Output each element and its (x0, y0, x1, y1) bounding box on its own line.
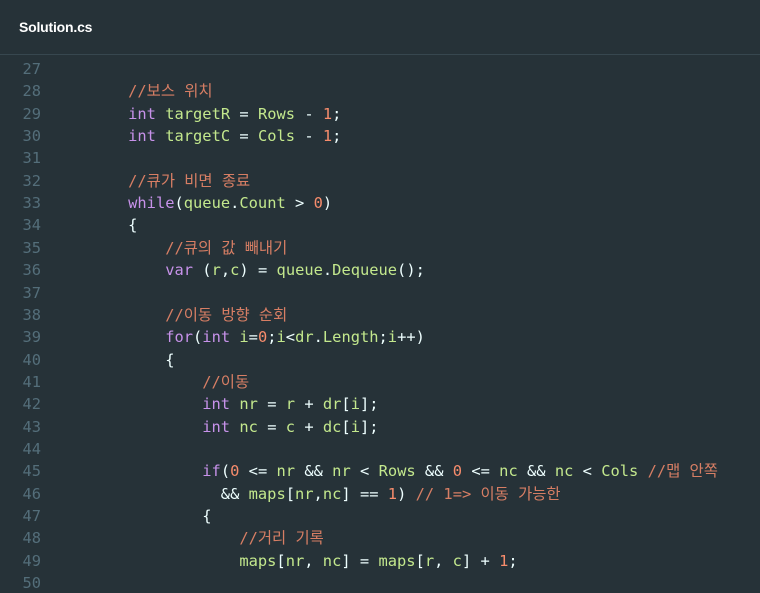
code-line: 49 maps[nr, nc] = maps[r, c] + 1; (0, 550, 760, 572)
line-code: //이동 (202, 372, 250, 391)
line-number: 50 (22, 574, 41, 593)
code-line: 43 int nc = c + dc[i]; (0, 416, 760, 438)
code-line: 44 (0, 438, 760, 460)
line-number: 45 (22, 462, 41, 481)
code-line: 35 //큐의 값 빼내기 (0, 237, 760, 259)
code-line: 42 int nr = r + dr[i]; (0, 393, 760, 415)
code-line: 28 //보스 위치 (0, 80, 760, 102)
code-line: 48 //거리 기록 (0, 527, 760, 549)
code-line: 27 (0, 58, 760, 80)
line-code: int targetC = Cols - 1; (128, 127, 342, 146)
line-code: int nc = c + dc[i]; (202, 417, 379, 436)
code-line: 36 var (r,c) = queue.Dequeue(); (0, 259, 760, 281)
line-code: //거리 기록 (239, 529, 324, 548)
line-code: { (128, 216, 138, 235)
code-line: 47 { (0, 505, 760, 527)
line-number: 30 (22, 127, 41, 146)
line-code: //큐의 값 빼내기 (165, 238, 288, 257)
line-code: { (202, 507, 212, 525)
code-line: 38 //이동 방향 순회 (0, 304, 760, 326)
code-line: 29 int targetR = Rows - 1; (0, 103, 760, 125)
line-code: if(0 <= nr && nr < Rows && 0 <= nc && nc… (202, 462, 718, 481)
line-code: var (r,c) = queue.Dequeue(); (165, 261, 425, 280)
code-line: 45 if(0 <= nr && nr < Rows && 0 <= nc &&… (0, 460, 760, 482)
file-header: Solution.cs (0, 0, 760, 55)
line-code: //이동 방향 순회 (165, 305, 288, 324)
line-number: 34 (22, 216, 41, 235)
line-code: && maps[nr,nc] == 1) // 1=> 이동 가능한 (220, 484, 561, 503)
code-line: 50 (0, 572, 760, 593)
line-number: 27 (22, 60, 41, 78)
line-number: 48 (22, 529, 41, 548)
line-number: 29 (22, 104, 41, 123)
line-number: 42 (22, 395, 41, 414)
line-number: 41 (22, 372, 41, 391)
line-number: 40 (22, 350, 41, 369)
code-line: 34 { (0, 214, 760, 236)
code-line: 32 //큐가 비면 종료 (0, 170, 760, 192)
file-name: Solution.cs (19, 19, 93, 35)
line-number: 28 (22, 82, 41, 101)
line-code: int targetR = Rows - 1; (128, 104, 342, 123)
line-number: 44 (22, 439, 41, 458)
line-number: 47 (22, 507, 41, 525)
code-line: 39 for(int i=0;i<dr.Length;i++) (0, 326, 760, 348)
line-number: 33 (22, 194, 41, 213)
line-number: 31 (22, 149, 41, 168)
line-number: 39 (22, 328, 41, 347)
line-number: 35 (22, 238, 41, 257)
line-number: 43 (22, 417, 41, 436)
code-line: 37 (0, 282, 760, 304)
line-code: while(queue.Count > 0) (128, 194, 333, 213)
code-line: 31 (0, 147, 760, 169)
line-number: 49 (22, 551, 41, 570)
code-line: 41 //이동 (0, 371, 760, 393)
line-code: //보스 위치 (128, 82, 213, 101)
code-viewer: Solution.cs 27 28 //보스 위치 29 int targetR =… (0, 0, 760, 593)
line-number: 37 (22, 283, 41, 302)
code-line: 33 while(queue.Count > 0) (0, 192, 760, 214)
line-number: 32 (22, 171, 41, 190)
line-code: //큐가 비면 종료 (128, 171, 251, 190)
line-code: { (165, 350, 175, 369)
line-code: int nr = r + dr[i]; (202, 395, 379, 414)
line-number: 46 (22, 484, 41, 503)
code-line: 30 int targetC = Cols - 1; (0, 125, 760, 147)
line-code: maps[nr, nc] = maps[r, c] + 1; (239, 551, 518, 570)
line-number: 36 (22, 261, 41, 280)
line-number: 38 (22, 305, 41, 324)
line-code: for(int i=0;i<dr.Length;i++) (165, 328, 425, 347)
code-line: 40 { (0, 349, 760, 371)
code-line: 46 && maps[nr,nc] == 1) // 1=> 이동 가능한 (0, 483, 760, 505)
